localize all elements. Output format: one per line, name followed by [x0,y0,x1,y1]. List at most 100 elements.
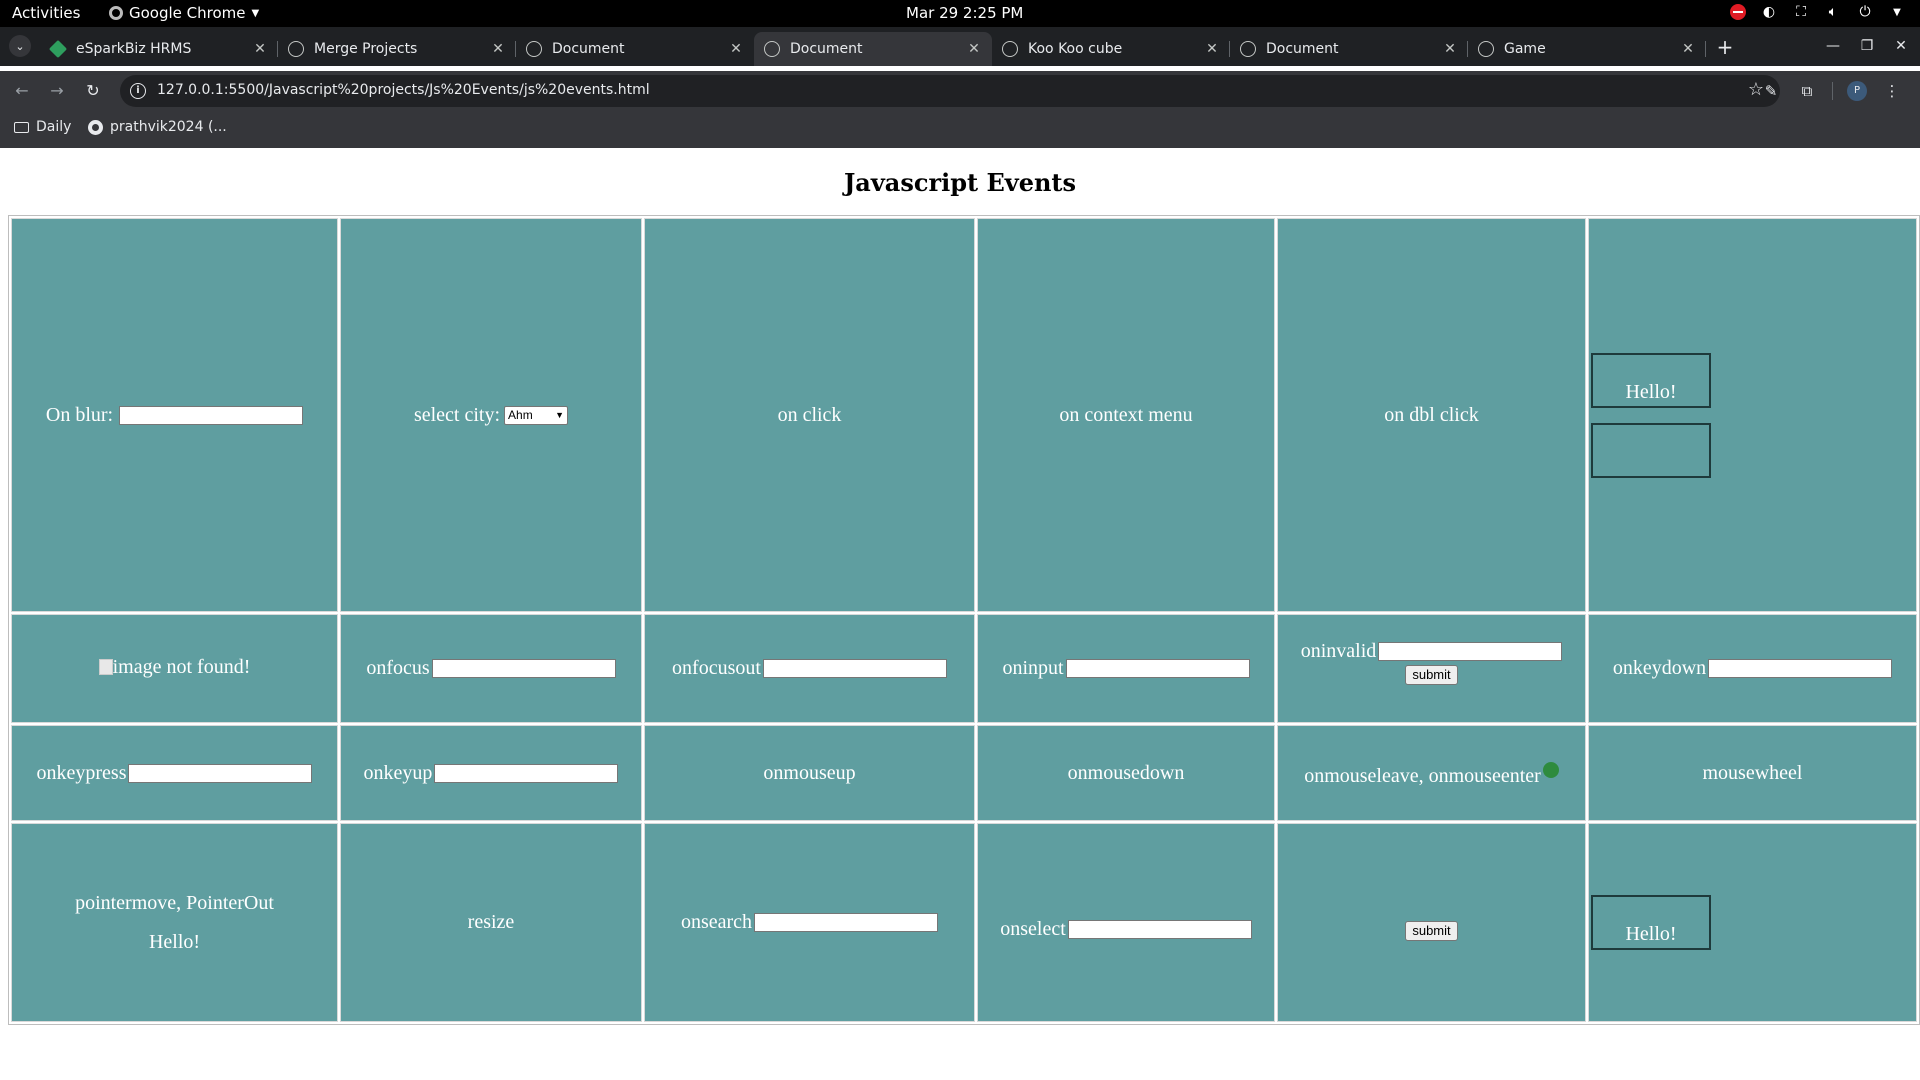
hello-box[interactable]: Hello! [1591,352,1711,408]
cell-oninput: oninput [977,614,1275,723]
volume-icon[interactable]: 🔈︎ [1824,3,1842,21]
onselect-input[interactable] [1067,920,1252,940]
tab-merge-projects[interactable]: Merge Projects ✕ [278,32,516,66]
submit-button[interactable]: submit [1405,920,1458,941]
power-icon[interactable]: ⏻ [1856,3,1874,21]
onfocusout-label: onfocusout [672,657,761,680]
system-tray[interactable]: ◐ ⛶ 🔈︎ ⏻ ▼ [1730,3,1906,21]
chevron-down-icon: ▼ [555,410,565,421]
pointer-hello-text: Hello! [148,930,201,953]
onkeypress-input[interactable] [128,763,313,783]
toolbar-actions: ✎ ⧉ P ⋮ [1760,80,1903,102]
tab-document-2[interactable]: Document ✕ [1230,32,1468,66]
globe-icon [764,41,780,57]
cell-onfocus: onfocus [340,614,642,723]
tab-koo-koo-cube[interactable]: Koo Koo cube ✕ [992,32,1230,66]
tab-title: Koo Koo cube [1028,41,1123,57]
tab-document-active[interactable]: Document ✕ [754,32,992,66]
onkeyup-input[interactable] [434,763,619,783]
cell-hello-box-bottom: Hello! [1588,823,1917,1022]
oninvalid-input[interactable] [1378,642,1563,662]
cell-onmouseleave-onmouseenter[interactable]: onmouseleave, onmouseenter [1277,725,1586,822]
window-controls: — ❐ ✕ [1822,32,1912,60]
app-menu[interactable]: Google Chrome ▼ [109,4,259,22]
chrome-icon [109,6,123,20]
clock[interactable]: Mar 29 2:25 PM [906,4,1023,22]
tab-search-button[interactable]: ⌄ [9,35,31,57]
tab-title: Document [552,41,625,57]
close-icon[interactable]: ✕ [1678,41,1698,57]
cell-resize: resize [340,823,642,1022]
close-icon[interactable]: ✕ [964,41,984,57]
table-row: pointermove, PointerOut Hello! resize on… [11,823,1917,1022]
tab-game[interactable]: Game ✕ [1468,32,1706,66]
hello-text: Hello! [1625,923,1677,946]
city-select[interactable]: Ahm ▼ [504,405,569,425]
globe-icon [1240,41,1256,57]
tab-document[interactable]: Document ✕ [516,32,754,66]
toolbar-divider [1832,82,1833,100]
new-tab-button[interactable]: + [1711,33,1739,61]
bookmark-github[interactable]: prathvik2024 (... [88,119,227,135]
hello-box[interactable]: Hello! [1591,895,1711,951]
globe-icon [526,41,542,57]
address-bar[interactable]: i 127.0.0.1:5500/Javascript%20projects/J… [120,75,1780,107]
tab-title: Document [790,41,863,57]
profile-avatar[interactable]: P [1847,81,1867,101]
cell-onclick[interactable]: on click [644,218,975,613]
onkeydown-input[interactable] [1708,659,1893,679]
cell-pointer[interactable]: pointermove, PointerOut Hello! [11,823,338,1022]
eyedropper-icon[interactable]: ✎ [1760,80,1782,102]
night-light-icon[interactable]: ◐ [1760,3,1778,21]
bookmark-daily[interactable]: Daily [14,119,71,135]
onmousedown-label: onmousedown [1067,761,1185,784]
onsearch-input[interactable] [754,913,939,933]
cell-mousewheel[interactable]: mousewheel [1588,725,1917,822]
tab-esparkbiz-hrms[interactable]: eSparkBiz HRMS ✕ [40,32,278,66]
empty-box[interactable] [1591,422,1711,478]
cell-oninvalid: oninvalid submit [1277,614,1586,723]
close-icon[interactable]: ✕ [250,41,270,57]
extensions-puzzle-icon[interactable]: ⧉ [1796,80,1818,102]
cell-onkeyup: onkeyup [340,725,642,822]
oninput-input[interactable] [1065,659,1250,679]
url-text[interactable]: 127.0.0.1:5500/Javascript%20projects/Js%… [157,82,650,98]
close-icon[interactable]: ✕ [1440,41,1460,57]
cell-broken-image: image not found! [11,614,338,723]
close-icon[interactable]: ✕ [488,41,508,57]
forward-arrow-icon[interactable]: → [44,78,70,104]
caret-down-icon[interactable]: ▼ [1888,3,1906,21]
restore-icon[interactable]: ❐ [1856,32,1878,60]
city-select-value: Ahm [508,408,533,423]
network-icon[interactable]: ⛶ [1792,3,1810,21]
onblur-input[interactable] [119,405,304,425]
activities-button[interactable]: Activities [12,4,80,22]
esparkbiz-favicon-icon [48,39,68,59]
reload-icon[interactable]: ↻ [80,78,106,104]
page-viewport: Javascript Events On blur: select city: … [0,148,1920,1080]
resize-label: resize [467,911,515,934]
cell-oncontextmenu[interactable]: on context menu [977,218,1275,613]
cell-onmouseup[interactable]: onmouseup [644,725,975,822]
cell-ondblclick[interactable]: on dbl click [1277,218,1586,613]
kebab-menu-icon[interactable]: ⋮ [1881,80,1903,102]
onfocus-input[interactable] [431,659,616,679]
oninvalid-label: oninvalid [1300,640,1377,663]
broken-image-icon [98,659,113,676]
do-not-disturb-icon[interactable] [1730,4,1746,20]
green-dot-icon[interactable] [1542,762,1559,779]
site-info-icon[interactable]: i [130,83,146,99]
oninvalid-submit-button[interactable]: submit [1405,665,1458,686]
tab-title: eSparkBiz HRMS [76,41,192,57]
onfocusout-input[interactable] [762,659,947,679]
cell-onblur: On blur: [11,218,338,613]
close-icon[interactable]: ✕ [726,41,746,57]
cell-onmousedown[interactable]: onmousedown [977,725,1275,822]
onfocus-label: onfocus [366,657,430,680]
back-arrow-icon[interactable]: ← [9,78,35,104]
close-icon[interactable]: ✕ [1202,41,1222,57]
onblur-label: On blur: [45,403,114,426]
ondblclick-label: on dbl click [1384,403,1479,426]
close-window-icon[interactable]: ✕ [1890,32,1912,60]
minimize-icon[interactable]: — [1822,32,1844,60]
